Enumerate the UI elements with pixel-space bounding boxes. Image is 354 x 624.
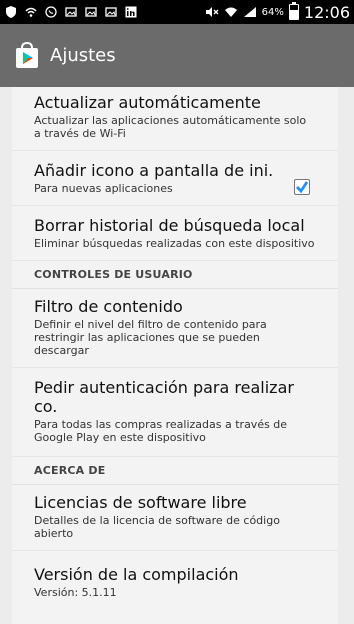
clock: 12:06 bbox=[303, 2, 350, 22]
setting-build-version[interactable]: Versión de la compilación Versión: 5.1.1… bbox=[12, 551, 338, 609]
cell-signal-icon bbox=[243, 5, 257, 19]
setting-subtitle: Actualizar las aplicaciones automáticame… bbox=[34, 114, 307, 140]
section-about: ACERCA DE bbox=[12, 457, 338, 485]
setting-clear-history[interactable]: Borrar historial de búsqueda local Elimi… bbox=[12, 206, 338, 261]
setting-subtitle: Definir el nivel del filtro de contenido… bbox=[34, 318, 267, 357]
mute-icon bbox=[205, 5, 219, 19]
section-user-controls: CONTROLES DE USUARIO bbox=[12, 261, 338, 289]
setting-subtitle: Para nuevas aplicaciones bbox=[34, 182, 173, 195]
gallery-icon bbox=[84, 5, 98, 19]
setting-title: Actualizar automáticamente bbox=[34, 93, 261, 112]
gallery-icon bbox=[104, 5, 118, 19]
setting-title: Añadir icono a pantalla de ini. bbox=[34, 161, 274, 180]
page-title: Ajustes bbox=[50, 45, 116, 66]
wifi-signal-icon bbox=[224, 5, 238, 19]
battery-icon bbox=[288, 2, 299, 20]
status-system-icons: 64% 12:06 bbox=[205, 2, 354, 22]
status-bar: 64% 12:06 bbox=[0, 0, 354, 24]
setting-subtitle: Versión: 5.1.11 bbox=[34, 586, 117, 599]
play-store-icon[interactable] bbox=[12, 41, 42, 71]
right-gutter bbox=[338, 87, 354, 624]
setting-title: Filtro de contenido bbox=[34, 297, 183, 316]
setting-purchase-auth[interactable]: Pedir autenticación para realizar co. Pa… bbox=[12, 368, 338, 457]
setting-auto-update[interactable]: Actualizar automáticamente Actualizar la… bbox=[12, 87, 338, 151]
gallery-icon bbox=[64, 5, 78, 19]
setting-content-filter[interactable]: Filtro de contenido Definir el nivel del… bbox=[12, 289, 338, 368]
linkedin-icon bbox=[124, 5, 138, 19]
shield-icon bbox=[4, 5, 18, 19]
battery-percent: 64% bbox=[261, 6, 284, 18]
status-notification-icons bbox=[0, 5, 138, 19]
settings-list: Actualizar automáticamente Actualizar la… bbox=[12, 87, 338, 624]
setting-title: Borrar historial de búsqueda local bbox=[34, 216, 305, 235]
setting-title: Pedir autenticación para realizar co. bbox=[34, 378, 294, 416]
setting-subtitle: Eliminar búsquedas realizadas con este d… bbox=[34, 237, 315, 250]
left-gutter bbox=[0, 87, 12, 624]
setting-subtitle: Para todas las compras realizadas a trav… bbox=[34, 418, 288, 444]
add-icon-checkbox[interactable] bbox=[294, 179, 310, 195]
wifi-icon bbox=[24, 5, 38, 19]
setting-title: Versión de la compilación bbox=[34, 565, 239, 584]
setting-title: Licencias de software libre bbox=[34, 493, 247, 512]
setting-subtitle: Detalles de la licencia de software de c… bbox=[34, 514, 280, 540]
setting-licenses[interactable]: Licencias de software libre Detalles de … bbox=[12, 485, 338, 551]
whatsapp-icon bbox=[44, 5, 58, 19]
action-bar: Ajustes bbox=[0, 24, 354, 87]
setting-add-icon[interactable]: Añadir icono a pantalla de ini. Para nue… bbox=[12, 151, 338, 206]
